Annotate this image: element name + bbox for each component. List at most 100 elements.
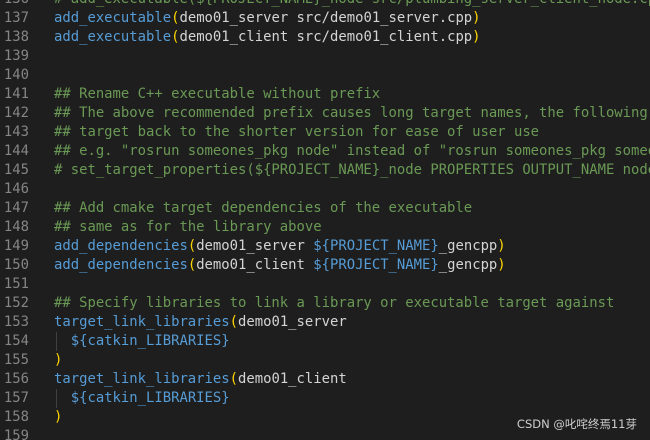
code-token-comment: # set_target_properties(${PROJECT_NAME}_… [54,162,650,178]
code-token-comment: # add_executable(${PROJECT_NAME}_node sr… [54,0,650,7]
code-line[interactable]: 140 [0,66,650,85]
code-line[interactable]: 146 [0,180,650,199]
line-number: 149 [3,238,29,254]
code-line[interactable]: 149 add_dependencies(demo01_server ${PROJ… [0,237,650,256]
code-text: ## The above recommended prefix causes l… [54,104,650,123]
line-number: 137 [3,10,29,26]
code-line[interactable]: 148 ## same as for the library above [0,218,650,237]
line-number: 145 [3,162,29,178]
code-line[interactable]: 139 [0,47,650,66]
line-number: 136 [0,0,29,9]
code-line[interactable]: 153 target_link_libraries(demo01_server [0,313,650,332]
code-token-paren: ( [229,314,238,330]
code-token-plain: demo01_client [196,257,314,273]
code-token-paren: ( [187,257,197,273]
code-token-var: } [221,333,230,349]
code-token-comment: ## Specify libraries to link a library o… [54,295,615,311]
line-number: 142 [3,105,29,121]
code-token-paren: ) [54,409,63,425]
code-text: add_dependencies(demo01_server ${PROJECT… [54,237,506,256]
code-line[interactable]: 152 ## Specify libraries to link a librar… [0,294,650,313]
code-token-func: add_dependencies [54,238,188,254]
line-number: 141 [3,86,29,102]
code-token-paren: ) [497,257,506,273]
code-token-plain: _gencpp [438,238,498,254]
code-token-paren: ) [497,238,506,254]
code-token-var: ${ [70,390,88,406]
line-number: 153 [3,314,29,330]
code-text: target_link_libraries(demo01_client [54,370,347,389]
code-token-func: target_link_libraries [54,314,230,330]
line-number: 157 [3,390,29,406]
code-line[interactable]: 142 ## The above recommended prefix cause… [0,104,650,123]
code-line[interactable]: 138 add_executable(demo01_client src/demo… [0,28,650,47]
code-token-var: } [430,238,439,254]
code-token-plain: demo01_server [238,314,347,330]
code-text: ${catkin_LIBRARIES} [54,332,230,351]
code-text: target_link_libraries(demo01_server [54,313,347,332]
watermark: CSDN @叱咤终焉11芽 [516,417,637,431]
code-token-plain: _gencpp [438,257,498,273]
code-line[interactable]: 147 ## Add cmake target dependencies of t… [0,199,650,218]
code-line[interactable]: 145 # set_target_properties(${PROJECT_NAM… [0,161,650,180]
line-number: 151 [3,276,29,292]
code-text: ) [54,351,62,370]
code-line[interactable]: 157 ${catkin_LIBRARIES} [0,389,650,408]
code-text: add_executable(demo01_server src/demo01_… [54,9,481,28]
line-number: 154 [3,333,29,349]
code-token-func: add_executable [54,10,172,26]
line-number: 138 [3,29,29,45]
code-text: ## Add cmake target dependencies of the … [54,199,472,218]
code-line[interactable]: 151 [0,275,650,294]
code-line[interactable]: 141 ## Rename C++ executable without pref… [0,85,650,104]
code-token-func: target_link_libraries [54,371,230,387]
line-number: 156 [3,371,29,387]
code-text: ## e.g. "rosrun someones_pkg node" inste… [54,142,650,161]
code-line[interactable]: 156 target_link_libraries(demo01_client [0,370,650,389]
code-text: # add_executable(${PROJECT_NAME}_node sr… [54,0,650,9]
line-number: 146 [3,181,29,197]
code-token-comment: ## same as for the library above [54,219,322,235]
code-line[interactable]: 137 add_executable(demo01_server src/demo… [0,9,650,28]
code-token-func: PROJECT_NAME [330,257,431,273]
code-line[interactable]: 155) [0,351,650,370]
code-token-var: ${ [313,257,331,273]
code-line[interactable]: 154 ${catkin_LIBRARIES} [0,332,650,351]
line-number: 150 [3,257,29,273]
code-token-comment: ## The above recommended prefix causes l… [54,105,648,121]
code-lines: 136 # add_executable(${PROJECT_NAME}_node… [0,0,650,440]
code-text: ) [54,408,62,427]
code-token-plain: demo01_server [196,238,314,254]
code-token-var: ${ [313,238,331,254]
code-token-func: catkin_LIBRARIES [87,390,222,406]
code-line[interactable]: 136 # add_executable(${PROJECT_NAME}_node… [0,0,650,9]
code-token-var: } [430,257,439,273]
code-token-comment: ## target back to the shorter version fo… [54,124,540,140]
code-line[interactable]: 144 ## e.g. "rosrun someones_pkg node" in… [0,142,650,161]
code-token-comment: ## e.g. "rosrun someones_pkg node" inste… [54,143,650,159]
code-text: add_dependencies(demo01_client ${PROJECT… [54,256,506,275]
code-token-paren: ( [229,371,238,387]
code-line[interactable]: 143 ## target back to the shorter version… [0,123,650,142]
code-line[interactable]: 150 add_dependencies(demo01_client ${PROJ… [0,256,650,275]
code-token-plain: demo01_client [238,371,347,387]
code-token-comment: ## Add cmake target dependencies of the … [54,200,473,216]
code-text: ## same as for the library above [54,218,322,237]
code-editor[interactable]: 136 # add_executable(${PROJECT_NAME}_node… [0,0,650,440]
code-token-var: } [221,390,230,406]
line-number: 147 [3,200,29,216]
line-number: 144 [3,143,29,159]
line-number: 155 [3,352,29,368]
code-token-paren: ) [472,10,481,26]
line-number: 148 [3,219,29,235]
code-text: ## Specify libraries to link a library o… [54,294,614,313]
code-token-func: catkin_LIBRARIES [87,333,222,349]
code-token-plain: demo01_server src/demo01_server.cpp [179,10,473,26]
code-token-paren: ) [472,29,481,45]
code-token-comment: ## Rename C++ executable without prefix [54,86,381,102]
code-text: ## target back to the shorter version fo… [54,123,539,142]
code-text: ## Rename C++ executable without prefix [54,85,380,104]
code-text: # set_target_properties(${PROJECT_NAME}_… [54,161,650,180]
